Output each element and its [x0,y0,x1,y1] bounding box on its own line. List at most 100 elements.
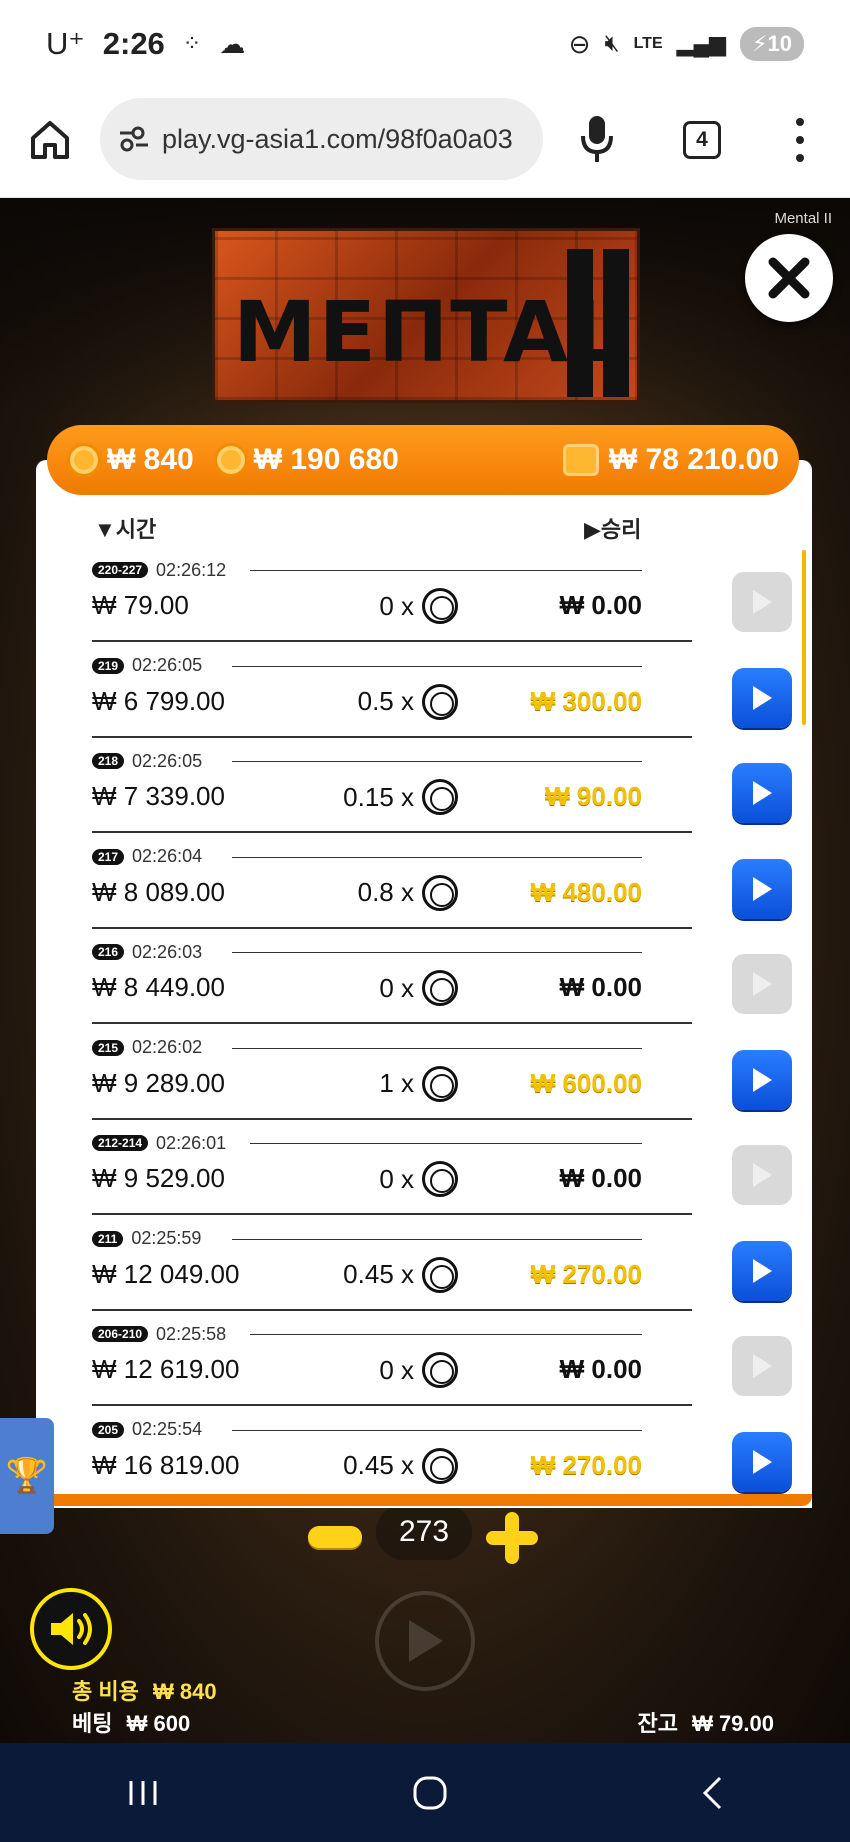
balance-value: ₩ 79.00 [692,1711,774,1736]
status-bar: U⁺ 2:26 ⁘ ☁ ⊖ 🔇︎ LTE ▂▄▆ ⚡10 [0,0,850,88]
row-multiplier: 0.8 x [357,874,458,911]
battery-level: 10 [767,31,792,56]
game-logo: MEПTAL [212,228,640,403]
round-time: 02:25:58 [156,1323,227,1344]
coin-icon [422,683,458,720]
row-separator [92,926,692,929]
browser-toolbar: play.vg-asia1.com/98f0a0a03 4 [0,88,850,198]
row-stake: ₩ 8 449.00 [92,972,225,1002]
trophy-icon: 🏆 [5,1457,49,1495]
replay-button[interactable] [732,667,792,728]
bet-amount-value: ₩ 840 [107,443,194,476]
replay-button[interactable] [732,572,792,632]
logo-roman-numeral [567,249,593,397]
close-button[interactable] [745,234,833,322]
row-stake: ₩ 7 339.00 [92,781,225,811]
row-stake: ₩ 12 049.00 [92,1258,240,1289]
history-row: 219 02:26:05 ₩ 6 799.00 0.5 x ₩ 300.00 [92,655,792,751]
tab-switcher-button[interactable]: 4 [683,121,721,159]
history-scrollbar[interactable] [802,550,806,725]
bet-count: 273 [376,1504,472,1560]
logo-roman-numeral-2 [603,249,629,397]
row-multiplier: 0.45 x [343,1256,458,1293]
play-icon [753,1258,772,1283]
row-divider [232,665,642,667]
row-header: 218 02:26:05 [92,751,202,771]
row-stake: ₩ 8 089.00 [92,876,225,907]
multiplier-value: 0.45 x [343,1450,414,1480]
replay-button[interactable] [732,1049,792,1110]
multiplier-value: 0.8 x [357,877,414,907]
round-badge: 217 [92,848,125,865]
spin-button[interactable] [375,1591,475,1691]
sort-time-header[interactable]: ▼시간 [94,512,156,544]
coin-icon [422,1352,458,1388]
multiplier-value: 0 x [379,972,414,1003]
play-icon [753,1354,772,1378]
row-separator [92,1022,692,1024]
home-nav-icon[interactable] [412,1775,448,1811]
replay-button[interactable] [732,1145,792,1205]
bet-amount: ₩ 840 [67,443,194,477]
history-row: 215 02:26:02 ₩ 9 289.00 1 x ₩ 600.00 [92,1037,792,1133]
leaderboard-tab[interactable]: 🏆 [0,1418,54,1534]
row-stake: ₩ 6 799.00 [92,685,225,716]
site-settings-icon[interactable] [118,125,150,153]
history-column-headers: ▼시간 ▶승리 [36,508,812,544]
voice-search-button[interactable] [580,114,614,164]
replay-button[interactable] [732,1431,792,1492]
bet-value: ₩ 600 [126,1711,191,1736]
home-button[interactable] [28,118,72,162]
round-time: 02:26:12 [156,559,227,580]
history-row: 211 02:25:59 ₩ 12 049.00 0.45 x ₩ 270.00 [92,1228,792,1324]
decrease-bet-button[interactable] [308,1526,362,1548]
row-win: ₩ 270.00 [530,1258,642,1289]
row-win: ₩ 300.00 [530,685,642,716]
replay-button[interactable] [732,858,792,919]
row-separator [92,1213,692,1215]
replay-button[interactable] [732,1336,792,1396]
url-text[interactable]: play.vg-asia1.com/98f0a0a03 [162,124,513,155]
row-win: ₩ 600.00 [530,1067,642,1098]
row-win: ₩ 0.00 [559,1163,642,1193]
recent-apps-icon[interactable] [126,1778,160,1808]
microphone-icon [581,116,613,162]
increase-bet-button[interactable] [484,1510,540,1566]
notification-icon: ⁘ [182,31,202,56]
row-win: ₩ 270.00 [530,1449,642,1480]
mute-icon: 🔇︎ [604,30,620,57]
bet-info: 베팅 ₩ 600 [72,1706,190,1738]
round-badge: 216 [92,944,125,960]
back-icon[interactable] [700,1775,724,1811]
row-multiplier: 0.45 x [343,1447,458,1484]
history-row: 206-210 02:25:58 ₩ 12 619.00 0 x ₩ 0.00 [92,1324,792,1419]
history-row: 218 02:26:05 ₩ 7 339.00 0.15 x ₩ 90.00 [92,751,792,846]
replay-button[interactable] [732,763,792,823]
game-title-label: Mental II [774,210,832,227]
wallet-balance-value: ₩ 78 210.00 [608,443,779,476]
multiplier-value: 1 x [379,1068,414,1098]
multiplier-value: 0 x [379,1354,414,1385]
coin-icon [422,779,458,815]
round-time: 02:25:54 [132,1419,203,1439]
sound-toggle-button[interactable] [30,1588,112,1670]
row-multiplier: 1 x [379,1065,458,1102]
row-divider [250,1143,642,1144]
round-time: 02:26:01 [156,1132,227,1153]
more-menu-button[interactable] [790,118,810,162]
address-bar[interactable]: play.vg-asia1.com/98f0a0a03 [100,98,543,180]
multiplier-value: 0 x [379,1163,414,1194]
sort-win-header[interactable]: ▶승리 [584,512,641,544]
bet-label: 베팅 [72,1711,113,1736]
coin-icon [422,874,458,911]
multiplier-value: 0.45 x [343,1259,414,1289]
row-header: 206-210 02:25:58 [92,1324,226,1344]
round-badge: 212-214 [92,1135,149,1151]
replay-button[interactable] [732,954,792,1014]
multiplier-value: 0.15 x [343,781,414,812]
coin-icon [422,1065,458,1102]
replay-button[interactable] [732,1240,792,1301]
jackpot-amount: ₩ 190 680 [213,443,399,477]
row-multiplier: 0 x [379,1352,458,1388]
row-separator [92,1404,692,1406]
